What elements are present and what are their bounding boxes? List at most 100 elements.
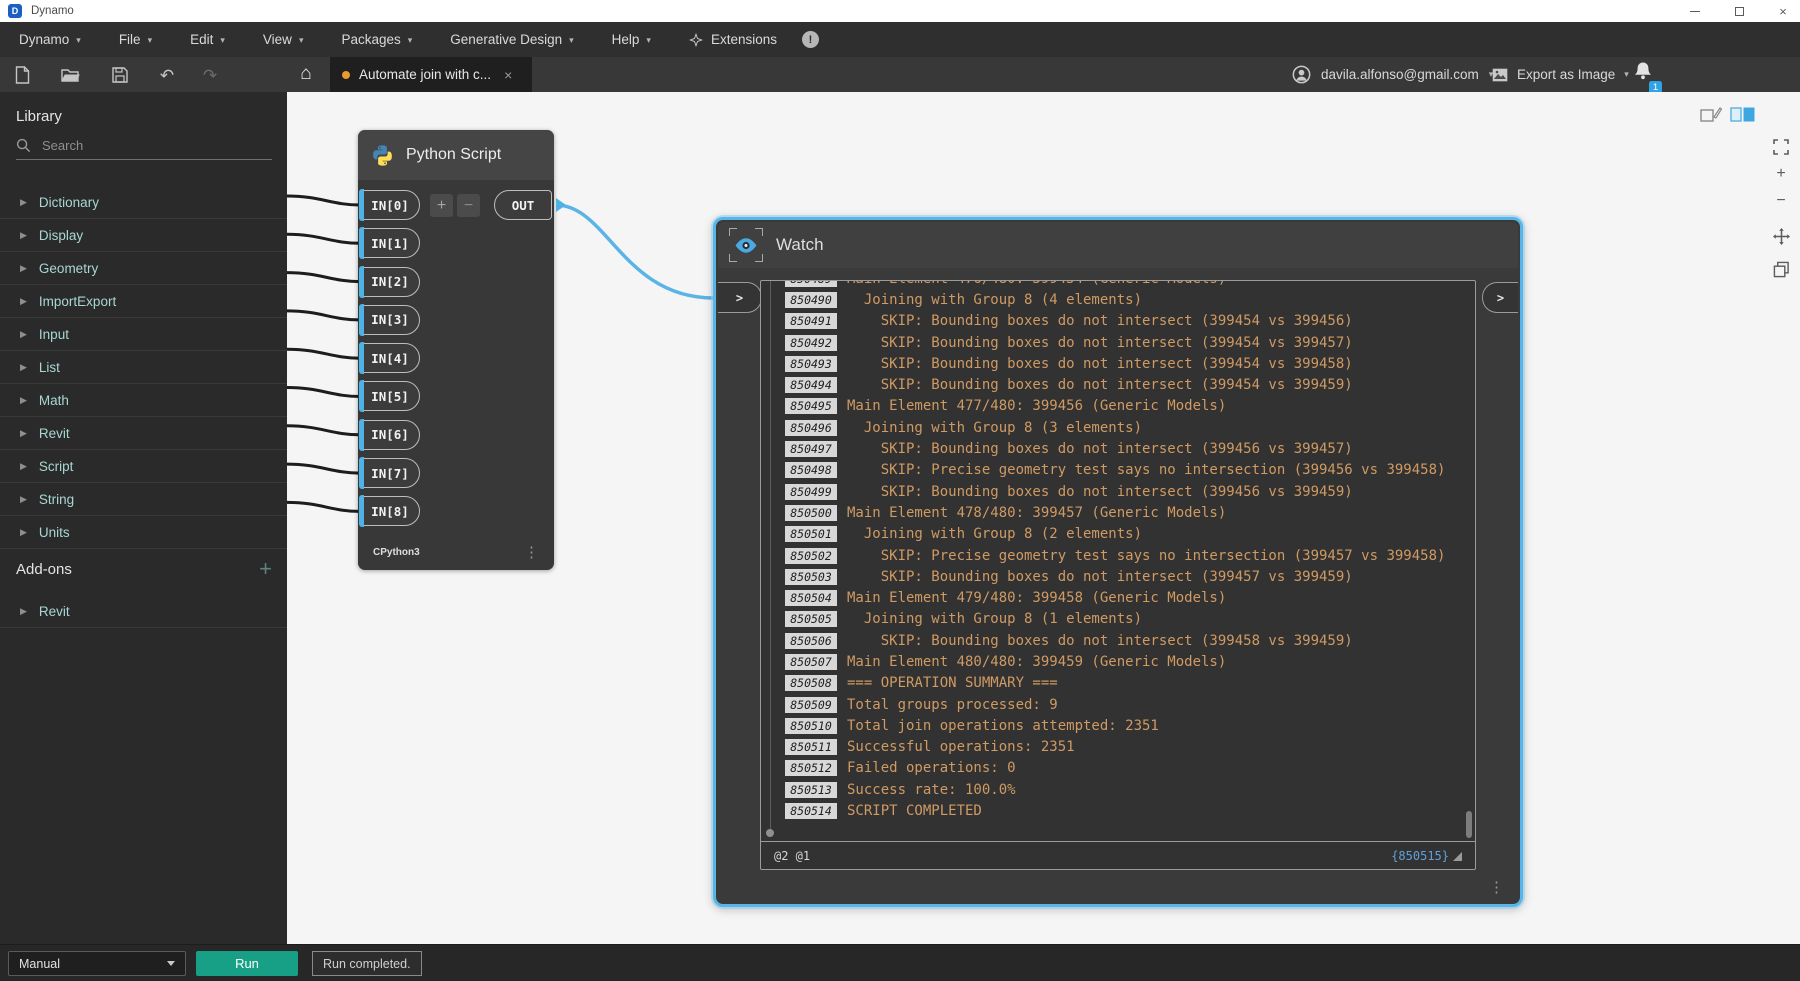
chevron-down-icon: ▾ [1624, 69, 1629, 80]
pan-button[interactable] [1772, 227, 1790, 245]
input-port[interactable]: IN[8] [360, 496, 420, 526]
log-text: Joining with Group 8 (4 elements) [847, 292, 1142, 308]
geometry-preview-toggle[interactable] [1700, 106, 1722, 128]
line-number-badge: 850508 [785, 675, 837, 691]
menu-item[interactable]: Generative Design ▾ [431, 22, 592, 57]
home-button[interactable]: ⌂ [296, 63, 316, 83]
input-port[interactable]: IN[1] [360, 228, 420, 258]
library-category[interactable]: Input [0, 318, 287, 351]
save-icon [112, 67, 128, 83]
node-menu-icon[interactable]: ⋮ [1489, 878, 1504, 896]
maximize-button[interactable] [1722, 0, 1756, 22]
menu-bar: Dynamo ▾ File ▾ Edit ▾ View ▾ Packages ▾… [0, 22, 1800, 57]
menu-item[interactable]: Edit ▾ [171, 22, 244, 57]
log-line: 850499 SKIP: Bounding boxes do not inter… [761, 481, 1475, 502]
watch-log-viewport[interactable]: 850489 Main Element 476/480: 399454 (Gen… [761, 281, 1475, 841]
export-as-image-button[interactable]: Export as Image ▾ [1492, 57, 1629, 92]
log-line: 850494 SKIP: Bounding boxes do not inter… [761, 374, 1475, 395]
menu-items: Dynamo ▾ File ▾ Edit ▾ View ▾ Packages ▾… [0, 22, 670, 57]
log-text: Main Element 478/480: 399457 (Generic Mo… [847, 505, 1226, 521]
log-line: 850513 Success rate: 100.0% [761, 779, 1475, 800]
search-input[interactable] [42, 138, 242, 153]
run-button[interactable]: Run [196, 951, 298, 976]
line-number-badge: 850494 [785, 377, 837, 393]
library-category[interactable]: String [0, 483, 287, 516]
open-file-button[interactable] [60, 65, 80, 85]
log-line: 850489 Main Element 476/480: 399454 (Gen… [761, 281, 1475, 289]
library-search[interactable] [16, 132, 272, 160]
input-port[interactable]: IN[0] [360, 190, 420, 220]
eye-icon [734, 237, 758, 254]
notifications-button[interactable]: 1 [1632, 60, 1662, 92]
expand-caret-icon [20, 606, 27, 617]
python-node-header[interactable]: Python Script [358, 130, 554, 180]
tab-close-icon[interactable]: × [504, 67, 512, 83]
watch-output-port[interactable]: > [1482, 282, 1518, 313]
graph-view-toggle[interactable] [1730, 106, 1756, 128]
resize-handle[interactable] [1453, 852, 1462, 861]
remove-input-button[interactable]: − [457, 194, 480, 217]
expand-caret-icon [20, 296, 27, 307]
log-text: SKIP: Precise geometry test says no inte… [847, 462, 1445, 478]
undo-button[interactable]: ↶ [157, 65, 177, 85]
watch-log-panel: 850489 Main Element 476/480: 399454 (Gen… [760, 280, 1476, 870]
maximize-icon [1735, 7, 1744, 16]
log-line: 850491 SKIP: Bounding boxes do not inter… [761, 311, 1475, 332]
fit-view-icon [1773, 139, 1789, 155]
account-menu[interactable]: davila.alfonso@gmail.com ▾ [1292, 57, 1493, 92]
output-port[interactable]: OUT [494, 190, 552, 220]
log-text: SKIP: Bounding boxes do not intersect (3… [847, 313, 1353, 329]
orbit-button[interactable] [1772, 260, 1790, 278]
menu-item-extensions[interactable]: Extensions [670, 22, 796, 57]
library-category[interactable]: Revit [0, 417, 287, 450]
watch-node[interactable]: Watch > > 850489 Main Element 476/480: 3… [713, 217, 1523, 907]
zoom-out-button[interactable]: − [1772, 192, 1790, 210]
addons-category[interactable]: Revit [0, 595, 287, 628]
watch-input-port[interactable]: > [718, 282, 762, 313]
library-category[interactable]: List [0, 351, 287, 384]
log-scrollbar-thumb[interactable] [1466, 811, 1472, 838]
zoom-in-button[interactable]: + [1772, 165, 1790, 183]
library-category[interactable]: Dictionary [0, 186, 287, 219]
library-category[interactable]: Units [0, 516, 287, 549]
input-port[interactable]: IN[2] [360, 267, 420, 297]
window-title: Dynamo [31, 5, 74, 17]
library-category[interactable]: Display [0, 219, 287, 252]
redo-button[interactable]: ↷ [200, 65, 220, 85]
unsaved-dot-icon [342, 71, 350, 79]
chevron-down-icon: ▾ [408, 33, 413, 46]
input-port[interactable]: IN[7] [360, 458, 420, 488]
input-port[interactable]: IN[4] [360, 343, 420, 373]
input-port[interactable]: IN[6] [360, 420, 420, 450]
add-input-button[interactable]: + [430, 194, 453, 217]
log-line: 850500 Main Element 478/480: 399457 (Gen… [761, 502, 1475, 523]
library-category[interactable]: ImportExport [0, 285, 287, 318]
menu-item[interactable]: Help ▾ [593, 22, 670, 57]
node-menu-icon[interactable]: ⋮ [524, 543, 539, 561]
library-category[interactable]: Math [0, 384, 287, 417]
run-mode-select[interactable]: Manual [8, 951, 186, 976]
info-icon[interactable] [802, 31, 819, 48]
input-port[interactable]: IN[3] [360, 305, 420, 335]
save-button[interactable] [110, 65, 130, 85]
output-connector-icon[interactable] [556, 198, 566, 212]
workspace-tab[interactable]: Automate join with c... × [330, 57, 532, 92]
menu-item[interactable]: Dynamo ▾ [0, 22, 100, 57]
log-line: 850508 === OPERATION SUMMARY === [761, 673, 1475, 694]
minimize-button[interactable] [1678, 0, 1712, 22]
input-port[interactable]: IN[5] [360, 381, 420, 411]
add-package-icon[interactable]: + [259, 558, 272, 580]
zoom-fit-button[interactable] [1772, 138, 1790, 156]
watch-node-header[interactable]: Watch [718, 222, 1518, 268]
new-file-button[interactable] [12, 65, 32, 85]
library-category[interactable]: Script [0, 450, 287, 483]
menu-item[interactable]: Packages ▾ [322, 22, 431, 57]
expand-caret-icon [20, 395, 27, 406]
menu-item[interactable]: View ▾ [244, 22, 323, 57]
python-script-node[interactable]: Python Script IN[0] IN[1] IN[2] IN[3] IN[4] I… [358, 130, 554, 570]
close-button[interactable]: × [1766, 0, 1800, 22]
menu-item[interactable]: File ▾ [100, 22, 171, 57]
log-text: SKIP: Bounding boxes do not intersect (3… [847, 484, 1353, 500]
search-icon [16, 138, 31, 153]
library-category[interactable]: Geometry [0, 252, 287, 285]
